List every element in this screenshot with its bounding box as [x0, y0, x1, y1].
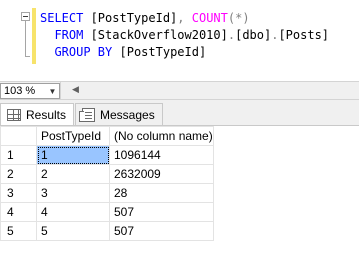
group-column-identifier: [PostTypeId] [112, 45, 207, 59]
cell-count[interactable]: 28 [109, 183, 214, 203]
cell-posttypeid[interactable]: 5 [36, 221, 110, 241]
tab-results[interactable]: Results [0, 103, 75, 126]
header-row: PostTypeId (No column name) [0, 126, 214, 146]
database-identifier: [StackOverflow2010] [83, 28, 228, 42]
code-line-1[interactable]: SELECT [PostTypeId], COUNT(*) [40, 10, 250, 26]
messages-icon [79, 107, 96, 122]
table-identifier: [Posts] [278, 28, 330, 42]
outline-line-end [25, 56, 30, 57]
keyword-select: SELECT [40, 11, 84, 25]
code-line-3[interactable]: GROUP BY [PostTypeId] [40, 44, 206, 60]
column-header-count[interactable]: (No column name) [109, 126, 214, 146]
change-tracking-bar [32, 8, 36, 64]
column-header-posttypeid[interactable]: PostTypeId [36, 126, 110, 146]
column-identifier: [PostTypeId] [83, 11, 178, 25]
results-pane: Results Messages PostTypeId (No column n… [0, 100, 359, 272]
row-number[interactable]: 4 [0, 202, 37, 222]
collapse-icon[interactable] [21, 12, 30, 21]
row-number-header[interactable] [0, 126, 37, 146]
table-row: 3 3 28 [0, 183, 214, 203]
zoom-bar: 103 % ▼ ◀ [0, 81, 359, 100]
tab-messages[interactable]: Messages [75, 103, 163, 125]
paren-close: ) [242, 11, 250, 25]
row-number[interactable]: 5 [0, 221, 37, 241]
keyword-group: GROUP [54, 45, 91, 59]
row-number[interactable]: 3 [0, 183, 37, 203]
table-row: 5 5 507 [0, 221, 214, 241]
editor-gutter [0, 0, 20, 81]
cell-posttypeid[interactable]: 2 [36, 164, 110, 184]
cell-count[interactable]: 507 [109, 221, 214, 241]
function-count: COUNT [184, 11, 228, 25]
zoom-dropdown[interactable]: 103 % ▼ [0, 83, 60, 99]
cell-count[interactable]: 2632009 [109, 164, 214, 184]
table-row: 2 2 2632009 [0, 164, 214, 184]
table-row: 1 1 1096144 [0, 145, 214, 165]
results-grid[interactable]: PostTypeId (No column name) 1 1 1096144 … [0, 125, 359, 272]
table-row: 4 4 507 [0, 202, 214, 222]
outline-line [25, 21, 26, 57]
grid-icon [7, 109, 21, 121]
cell-count[interactable]: 507 [109, 202, 214, 222]
row-number[interactable]: 1 [0, 145, 37, 165]
cell-count[interactable]: 1096144 [109, 145, 214, 165]
row-number[interactable]: 2 [0, 164, 37, 184]
chevron-down-icon[interactable]: ▼ [46, 84, 59, 98]
code-line-2[interactable]: FROM [StackOverflow2010].[dbo].[Posts] [40, 27, 329, 43]
results-tabs: Results Messages [0, 103, 164, 126]
cell-posttypeid[interactable]: 4 [36, 202, 110, 222]
scroll-left-icon[interactable]: ◀ [72, 84, 79, 95]
cell-posttypeid[interactable]: 1 [36, 145, 110, 165]
schema-identifier: [dbo] [235, 28, 272, 42]
query-editor[interactable]: SELECT [PostTypeId], COUNT(*) FROM [Stac… [0, 0, 359, 81]
keyword-by: BY [90, 45, 113, 59]
results-table: PostTypeId (No column name) 1 1 1096144 … [0, 126, 214, 241]
tab-messages-label: Messages [100, 107, 155, 122]
cell-posttypeid[interactable]: 3 [36, 183, 110, 203]
divider [60, 82, 61, 99]
tab-results-label: Results [26, 108, 67, 122]
keyword-from: FROM [54, 28, 84, 42]
dot-operator: . [227, 28, 236, 42]
zoom-value: 103 % [4, 85, 36, 97]
comma-operator: , [177, 11, 185, 25]
